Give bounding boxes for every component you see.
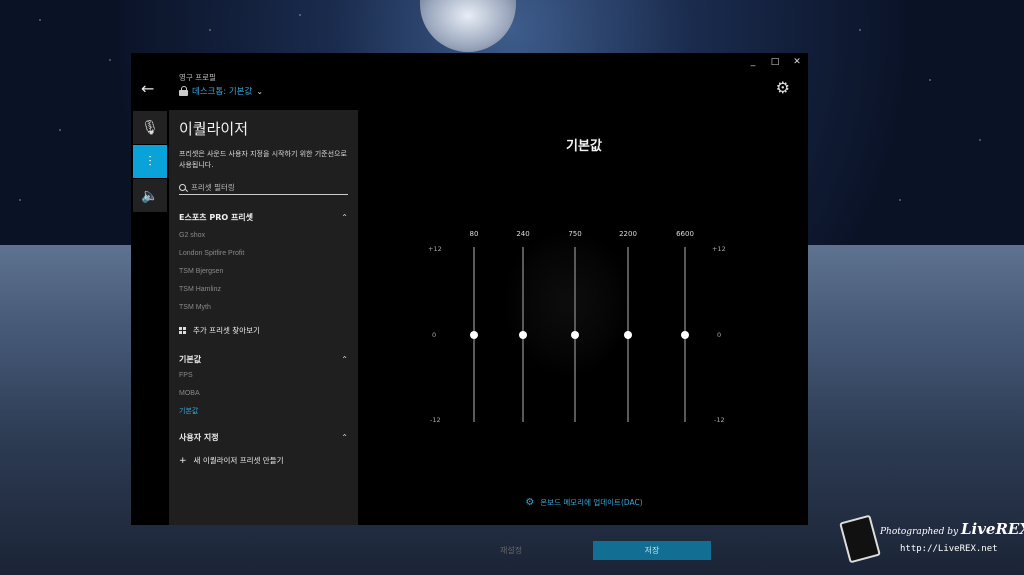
band-frequency-label: 80 <box>469 230 479 238</box>
scale-mid-left: 0 <box>432 331 437 339</box>
watermark-credit: Photographed by LiveREX <box>880 520 1024 538</box>
close-button[interactable]: ✕ <box>786 53 808 71</box>
grid-icon <box>179 326 186 334</box>
band-frequency-label: 2200 <box>619 230 637 238</box>
microphone-icon[interactable]: 🎙 <box>133 111 167 144</box>
band-frequency-label: 750 <box>568 230 582 238</box>
band-slider-handle[interactable] <box>624 330 632 339</box>
scale-bottom-right: -12 <box>714 416 725 424</box>
esports-section-header[interactable]: E스포츠 PRO 프리셋 ⌃ <box>179 211 348 223</box>
reset-button[interactable]: 재설정 <box>500 545 522 556</box>
update-dac-link[interactable]: ⚙ 온보드 메모리에 업데이트(DAC) <box>360 497 808 508</box>
preset-item[interactable]: MOBA <box>179 385 348 403</box>
app-window: _ □ ✕ ← 영구 프로필 데스크톱: 기본값 ⌄ ⚙ 🎙 ⫶ 🔈 이퀄라이저… <box>131 53 808 560</box>
gear-icon: ⚙ <box>525 497 535 508</box>
lock-icon <box>179 86 188 96</box>
scale-top-right: +12 <box>712 245 726 253</box>
plus-icon: + <box>179 455 187 466</box>
maximize-button[interactable]: □ <box>764 53 786 71</box>
preset-search <box>179 180 348 195</box>
preset-item[interactable]: TSM Bjergsen <box>179 263 348 281</box>
chevron-up-icon: ⌃ <box>341 212 348 222</box>
panel-title: 이퀄라이저 <box>179 120 249 138</box>
chevron-up-icon: ⌃ <box>341 354 348 364</box>
equalizer-main: 기본값 +12 0 -12 +12 0 -12 80 240 750 2200 6600… <box>360 110 808 560</box>
profile-selector[interactable]: 데스크톱: 기본값 ⌄ <box>179 85 263 97</box>
preset-item[interactable]: TSM Hamlinz <box>179 281 348 299</box>
band-slider-handle[interactable] <box>571 330 579 339</box>
band-slider-handle[interactable] <box>519 330 527 339</box>
create-preset-button[interactable]: + 새 이퀄라이저 프리셋 만들기 <box>179 455 348 466</box>
scale-mid-right: 0 <box>717 331 722 339</box>
tablet-icon <box>839 514 881 564</box>
back-arrow-icon[interactable]: ← <box>141 81 161 97</box>
browse-presets-link[interactable]: 추가 프리셋 찾아보기 <box>179 323 348 337</box>
band-frequency-label: 240 <box>516 230 530 238</box>
equalizer-icon[interactable]: ⫶ <box>133 145 167 178</box>
save-button[interactable]: 저장 <box>593 541 711 560</box>
chevron-down-icon: ⌄ <box>256 86 264 96</box>
panel-description: 프리셋은 사운드 사용자 지정을 시작하기 위한 기준선으로 사용됩니다. <box>179 150 347 169</box>
watermark-url: http://LiveREX.net <box>900 544 998 554</box>
preset-filter-input[interactable] <box>191 182 341 192</box>
default-section-header[interactable]: 기본값 ⌃ <box>179 353 348 365</box>
preset-item[interactable]: London Spitfire Profit <box>179 245 348 263</box>
scale-bottom-left: -12 <box>430 416 441 424</box>
profile-name: 데스크톱: 기본값 <box>192 87 253 97</box>
custom-section-header[interactable]: 사용자 지정 ⌃ <box>179 431 348 443</box>
icon-rail: 🎙 ⫶ 🔈 <box>133 111 167 213</box>
preset-item-selected[interactable]: 기본값 <box>179 403 348 421</box>
scale-top-left: +12 <box>428 245 442 253</box>
search-icon <box>179 183 186 191</box>
photographer-watermark: Photographed by LiveREX http://LiveREX.n… <box>839 514 1024 570</box>
profile-caption: 영구 프로필 <box>179 73 216 82</box>
gear-icon[interactable]: ⚙ <box>776 78 790 97</box>
chevron-up-icon: ⌃ <box>341 432 348 442</box>
minimize-button[interactable]: _ <box>742 53 764 71</box>
band-slider-handle[interactable] <box>681 330 689 339</box>
preset-item[interactable]: G2 shox <box>179 227 348 245</box>
speaker-icon[interactable]: 🔈 <box>133 179 167 212</box>
eq-preset-title: 기본값 <box>566 139 602 154</box>
equalizer-side-panel: 이퀄라이저 프리셋은 사운드 사용자 지정을 시작하기 위한 기준선으로 사용됩… <box>169 110 358 525</box>
band-frequency-label: 6600 <box>676 230 694 238</box>
eq-graph: +12 0 -12 +12 0 -12 80 240 750 2200 6600 <box>420 170 740 430</box>
band-slider-handle[interactable] <box>470 330 478 339</box>
preset-item[interactable]: TSM Myth <box>179 299 348 317</box>
window-controls: _ □ ✕ <box>742 53 808 71</box>
preset-item[interactable]: FPS <box>179 367 348 385</box>
